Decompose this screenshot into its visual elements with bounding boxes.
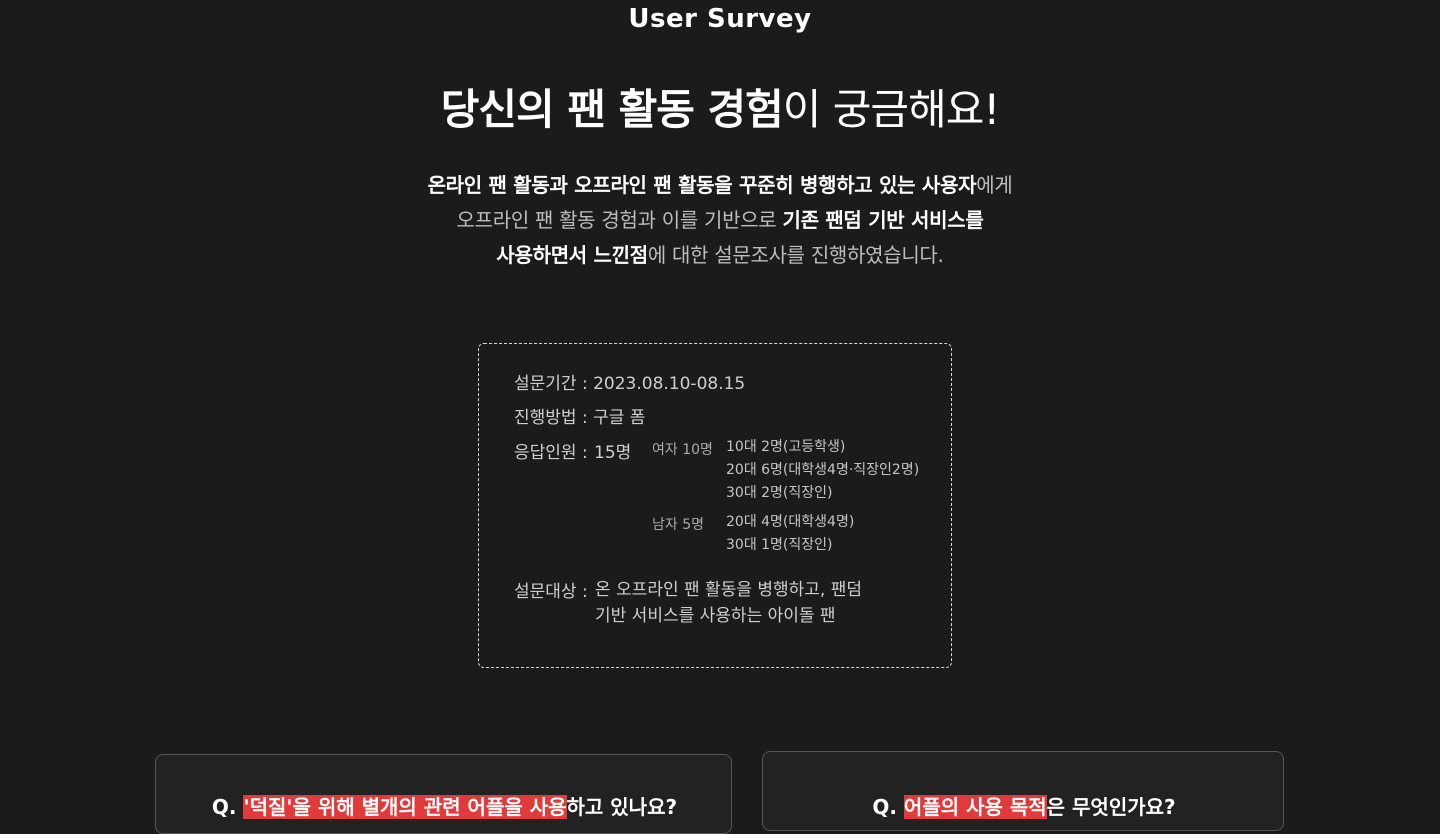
question-card-2[interactable]: Q. 어플의 사용 목적은 무엇인가요? (762, 751, 1284, 831)
target-label: 설문대상 : (514, 582, 588, 602)
male-details: 20대 4명(대학생4명) 30대 1명(직장인) (726, 511, 854, 557)
intro-line-3: 사용하면서 느낀점에 대한 설문조사를 진행하였습니다. (0, 238, 1440, 273)
female-detail-item: 30대 2명(직장인) (726, 485, 833, 501)
respondents-label: 응답인원 : (514, 443, 588, 463)
male-count: 남자 5명 (652, 517, 704, 533)
female-details: 10대 2명(고등학생) 20대 6명(대학생4명·직장인2명) 30대 2명(… (726, 436, 919, 505)
female-detail-item: 10대 2명(고등학생) (726, 439, 846, 455)
question-1-text: Q. '덕질'을 위해 별개의 관련 어플을 사용하고 있나요? (156, 791, 733, 820)
intro-line-3-bold: 사용하면서 느낀점 (496, 243, 648, 267)
question-1-suffix: 하고 있나요? (566, 795, 678, 819)
survey-period: 설문기간 : 2023.08.10-08.15 (514, 374, 746, 394)
question-1-highlight: '덕질'을 위해 별개의 관련 어플을 사용 (243, 795, 567, 819)
question-2-suffix: 은 무엇인가요? (1046, 795, 1176, 819)
question-2-highlight: 어플의 사용 목적 (903, 795, 1047, 819)
male-detail-item: 30대 1명(직장인) (726, 537, 833, 553)
intro-line-2-light: 오프라인 팬 활동 경험과 이를 기반으로 (456, 208, 783, 232)
intro-line-1-bold: 온라인 팬 활동과 오프라인 팬 활동을 꾸준히 병행하고 있는 사용자 (427, 173, 977, 197)
target-line-1: 온 오프라인 팬 활동을 병행하고, 팬덤 (595, 580, 863, 600)
question-card-1[interactable]: Q. '덕질'을 위해 별개의 관련 어플을 사용하고 있나요? (155, 754, 732, 834)
headline-light: 이 궁금해요! (782, 85, 1000, 134)
headline-bold: 당신의 팬 활동 경험 (440, 85, 784, 134)
male-detail-item: 20대 4명(대학생4명) (726, 514, 855, 530)
respondents-count: 15명 (594, 443, 632, 463)
question-2-text: Q. 어플의 사용 목적은 무엇인가요? (763, 791, 1285, 820)
intro-line-2: 오프라인 팬 활동 경험과 이를 기반으로 기존 팬덤 기반 서비스를 (0, 203, 1440, 238)
intro-line-2-bold: 기존 팬덤 기반 서비스를 (782, 208, 984, 232)
question-1-prefix: Q. (211, 795, 244, 819)
intro-line-1-light: 에게 (976, 173, 1013, 197)
survey-method: 진행방법 : 구글 폼 (514, 408, 646, 428)
female-detail-item: 20대 6명(대학생4명·직장인2명) (726, 462, 920, 478)
target-line-2: 기반 서비스를 사용하는 아이돌 팬 (595, 606, 836, 626)
question-2-prefix: Q. (872, 795, 904, 819)
target-description: 온 오프라인 팬 활동을 병행하고, 팬덤 기반 서비스를 사용하는 아이돌 팬 (595, 577, 862, 629)
hero-headline: 당신의 팬 활동 경험이 궁금해요! (0, 76, 1440, 137)
intro-paragraph: 온라인 팬 활동과 오프라인 팬 활동을 꾸준히 병행하고 있는 사용자에게 오… (0, 168, 1440, 273)
survey-brand-title: User Survey (628, 4, 812, 34)
female-count: 여자 10명 (652, 442, 713, 458)
intro-line-3-light: 에 대한 설문조사를 진행하였습니다. (647, 243, 944, 267)
intro-line-1: 온라인 팬 활동과 오프라인 팬 활동을 꾸준히 병행하고 있는 사용자에게 (0, 168, 1440, 203)
